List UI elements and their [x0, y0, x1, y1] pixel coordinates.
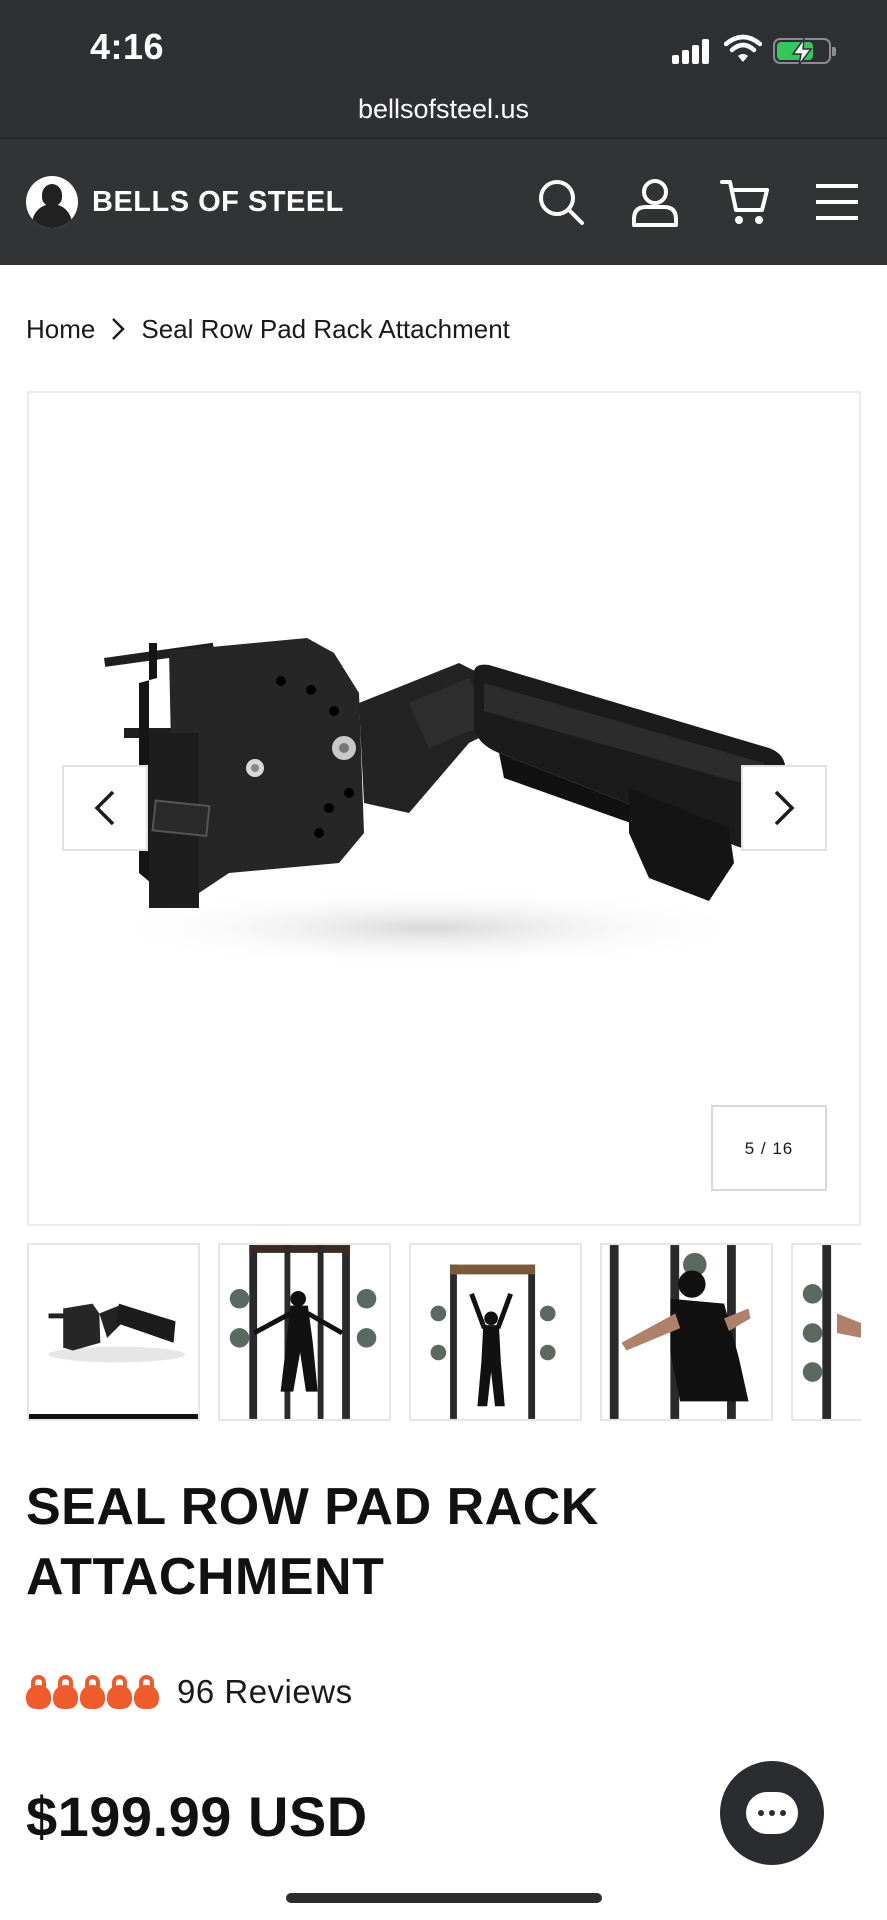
gallery-next-button[interactable] [741, 765, 827, 851]
wifi-icon [723, 34, 763, 64]
product-rating[interactable]: 96 Reviews [26, 1668, 353, 1716]
reviews-link[interactable]: 96 Reviews [177, 1673, 353, 1711]
chat-bubble-icon [746, 1792, 798, 1834]
brand-name: BELLS OF STEEL [92, 185, 344, 218]
thumbnail-fly-partial[interactable] [791, 1243, 861, 1421]
thumbnail-strip [27, 1243, 861, 1421]
breadcrumb-current: Seal Row Pad Rack Attachment [141, 313, 510, 344]
url-text: bellsofsteel.us [357, 94, 530, 124]
cart-icon[interactable] [720, 177, 770, 227]
status-bar: 4:16 [0, 0, 887, 80]
account-icon[interactable] [630, 177, 680, 227]
product-price: $199.99 USD [26, 1785, 368, 1848]
signal-icon [672, 38, 712, 64]
thumbnail-reverse-fly[interactable] [218, 1243, 391, 1421]
kettlebell-star-icon [134, 1675, 159, 1709]
product-image[interactable] [29, 393, 859, 1224]
kettlebell-star-icon [53, 1675, 78, 1709]
chevron-left-icon [94, 790, 115, 826]
kettlebell-star-icon [80, 1675, 105, 1709]
status-time: 4:16 [90, 26, 165, 67]
home-indicator[interactable] [286, 1893, 602, 1903]
brand-logo[interactable]: BELLS OF STEEL [26, 175, 344, 229]
kettlebell-star-icon [107, 1675, 132, 1709]
product-title: SEAL ROW PAD RACK ATTACHMENT [26, 1478, 599, 1606]
rating-stars [26, 1675, 159, 1709]
breadcrumb: Home Seal Row Pad Rack Attachment [26, 312, 510, 346]
kettlebell-star-icon [26, 1675, 51, 1709]
battery-charging-icon [773, 38, 836, 66]
url-bar[interactable]: bellsofsteel.us [0, 80, 887, 138]
gallery-counter: 5 / 16 [711, 1105, 827, 1191]
chevron-right-icon [112, 318, 126, 340]
search-icon[interactable] [536, 177, 586, 227]
logo-mark-icon [26, 176, 78, 228]
thumbnail-rear-delt-fly[interactable] [600, 1243, 773, 1421]
gallery-prev-button[interactable] [62, 765, 148, 851]
breadcrumb-home[interactable]: Home [26, 314, 95, 345]
chat-button[interactable] [720, 1761, 824, 1865]
thumbnail-overhead-press[interactable] [409, 1243, 582, 1421]
site-header: BELLS OF STEEL [0, 138, 887, 265]
menu-icon[interactable] [812, 177, 862, 227]
thumbnail-seal-row-pad[interactable] [27, 1243, 200, 1421]
product-gallery: 5 / 16 [27, 391, 861, 1226]
chevron-right-icon [774, 790, 795, 826]
